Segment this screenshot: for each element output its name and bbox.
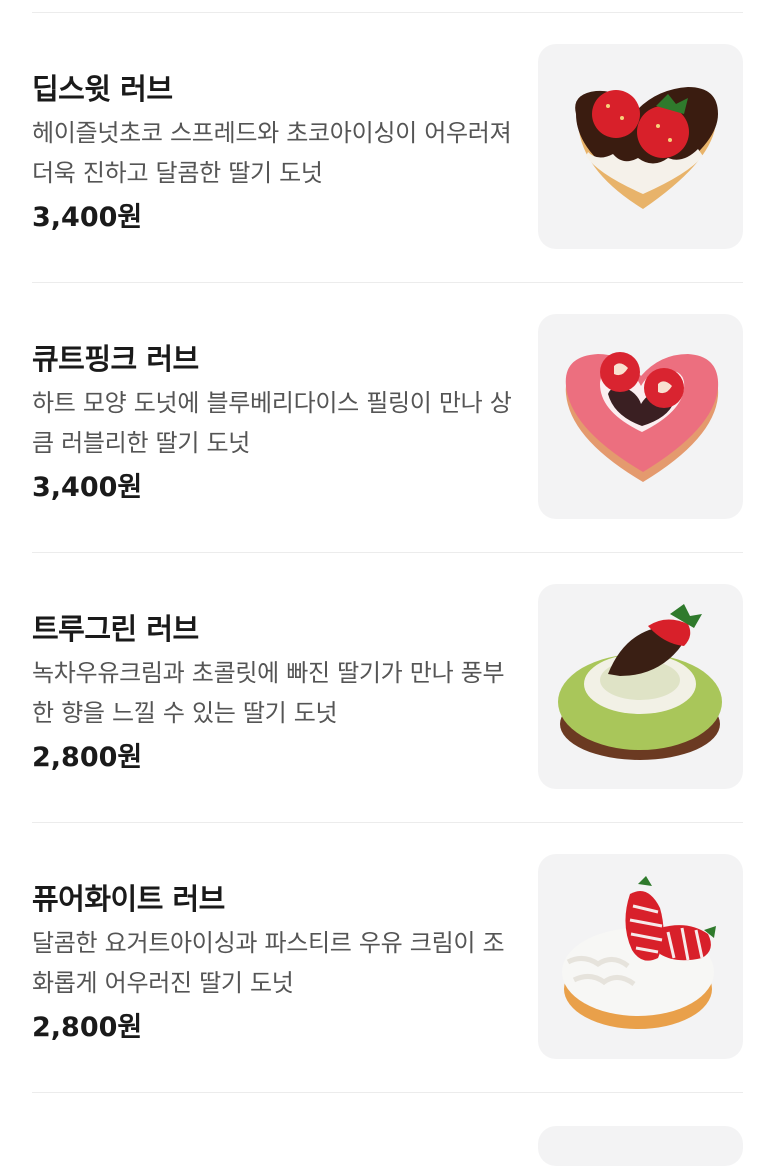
menu-item-price: 2,800원 [32, 1012, 143, 1043]
menu-item-image-partial[interactable] [538, 1126, 743, 1166]
menu-item-description: 헤이즐넛초코 스프레드와 초코아이싱이 어우러져 더욱 진하고 달콤한 딸기 도… [32, 119, 512, 187]
heart-pink-donut-image [565, 352, 719, 482]
menu-item-image[interactable] [538, 854, 743, 1059]
menu-item-image[interactable] [538, 44, 743, 249]
menu-item-description: 하트 모양 도넛에 블루베리다이스 필링이 만나 상큼 러블리한 딸기 도넛 [32, 389, 512, 457]
white-yogurt-donut-image [562, 876, 716, 1029]
menu-item[interactable]: 퓨어화이트 러브 달콤한 요거트아이싱과 파스티르 우유 크림이 조화롭게 어우… [0, 822, 773, 1092]
item-divider [32, 1092, 743, 1093]
menu-item-image[interactable] [538, 584, 743, 789]
green-tea-donut-image [558, 604, 722, 760]
menu-item-price: 3,400원 [32, 472, 143, 503]
menu-item-title: 큐트핑크 러브 [32, 342, 199, 376]
menu-item-price: 2,800원 [32, 742, 143, 773]
menu-item[interactable]: 큐트핑크 러브 하트 모양 도넛에 블루베리다이스 필링이 만나 상큼 러블리한… [0, 282, 773, 552]
menu-item-image[interactable] [538, 314, 743, 519]
menu-item-title: 딥스윗 러브 [32, 72, 173, 106]
heart-chocolate-donut-image [575, 87, 718, 209]
menu-item[interactable]: 딥스윗 러브 헤이즐넛초코 스프레드와 초코아이싱이 어우러져 더욱 진하고 달… [0, 12, 773, 282]
menu-item-description: 녹차우유크림과 초콜릿에 빠진 딸기가 만나 풍부한 향을 느낄 수 있는 딸기… [32, 659, 505, 727]
menu-item-title: 트루그린 러브 [32, 612, 199, 646]
menu-item-price: 3,400원 [32, 202, 143, 233]
menu-item[interactable]: 트루그린 러브 녹차우유크림과 초콜릿에 빠진 딸기가 만나 풍부한 향을 느낄… [0, 552, 773, 822]
menu-item-title: 퓨어화이트 러브 [32, 882, 225, 916]
menu-item-description: 달콤한 요거트아이싱과 파스티르 우유 크림이 조화롭게 어우러진 딸기 도넛 [32, 929, 505, 997]
